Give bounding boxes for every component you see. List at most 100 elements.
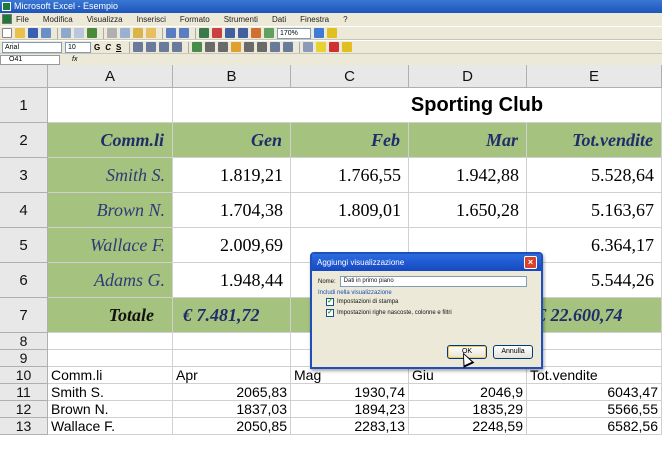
value-cell[interactable]: 1.809,01: [291, 193, 409, 228]
hidden-rows-checkbox[interactable]: ✓: [326, 309, 334, 317]
row-header[interactable]: 2: [0, 123, 48, 158]
salesperson-cell[interactable]: Brown N.: [48, 193, 173, 228]
cancel-button[interactable]: Annulla: [493, 345, 533, 359]
close-icon[interactable]: ×: [524, 256, 537, 269]
column-header-e[interactable]: E: [527, 65, 662, 88]
column-header-c[interactable]: C: [291, 65, 409, 88]
row-header[interactable]: 10: [0, 367, 48, 384]
value-cell[interactable]: 2050,85: [173, 418, 291, 435]
print-settings-option[interactable]: ✓ Impostazioni di stampa: [326, 298, 535, 306]
fill-color-icon[interactable]: [316, 42, 327, 52]
select-all-corner[interactable]: [0, 65, 48, 88]
autosum-icon[interactable]: [212, 28, 222, 38]
empty-cell[interactable]: [527, 333, 662, 350]
underline-button[interactable]: S: [116, 43, 121, 52]
redo-icon[interactable]: [179, 28, 189, 38]
name-box[interactable]: O41: [0, 54, 60, 65]
value-cell[interactable]: 2046,9: [409, 384, 527, 401]
column-header-b[interactable]: B: [173, 65, 291, 88]
align-left-icon[interactable]: [133, 42, 144, 52]
value-cell[interactable]: 1.942,88: [409, 158, 527, 193]
empty-cell[interactable]: [48, 350, 173, 367]
thousands-icon[interactable]: [218, 42, 229, 52]
spelling-icon[interactable]: [87, 28, 97, 38]
save-icon[interactable]: [28, 28, 38, 38]
row-header[interactable]: 5: [0, 228, 48, 263]
menu-formato[interactable]: Formato: [180, 13, 210, 26]
print-preview-icon[interactable]: [74, 28, 84, 38]
menu-finestra[interactable]: Finestra: [300, 13, 329, 26]
chart-wizard-icon[interactable]: [251, 28, 261, 38]
empty-cell[interactable]: [48, 333, 173, 350]
total-cell[interactable]: 5566,55: [527, 401, 662, 418]
total-cell[interactable]: 5.544,26: [527, 263, 662, 298]
print-settings-checkbox[interactable]: ✓: [326, 298, 334, 306]
increase-indent-icon[interactable]: [283, 42, 294, 52]
borders-icon[interactable]: [303, 42, 314, 52]
value-cell[interactable]: 1835,29: [409, 401, 527, 418]
value-cell[interactable]: 1.948,44: [173, 263, 291, 298]
value-cell[interactable]: 1.819,21: [173, 158, 291, 193]
column-header-d[interactable]: D: [409, 65, 527, 88]
print-icon[interactable]: [61, 28, 71, 38]
increase-decimal-icon[interactable]: [244, 42, 255, 52]
salesperson-cell[interactable]: Brown N.: [48, 401, 173, 418]
table-header-cell[interactable]: Gen: [173, 123, 291, 158]
font-color-icon[interactable]: [329, 42, 340, 52]
row-header[interactable]: 7: [0, 298, 48, 333]
table-header-cell[interactable]: Apr: [173, 367, 291, 384]
salesperson-cell[interactable]: Wallace F.: [48, 228, 173, 263]
percent-icon[interactable]: [205, 42, 216, 52]
decrease-indent-icon[interactable]: [270, 42, 281, 52]
format-painter-icon[interactable]: [146, 28, 156, 38]
permission-icon[interactable]: [41, 28, 51, 38]
function-icon[interactable]: fx: [72, 56, 77, 63]
salesperson-cell[interactable]: Smith S.: [48, 158, 173, 193]
row-header[interactable]: 11: [0, 384, 48, 401]
cut-icon[interactable]: [107, 28, 117, 38]
cell-a1[interactable]: [48, 88, 173, 123]
currency-icon[interactable]: [192, 42, 203, 52]
table-header-cell[interactable]: Giu: [409, 367, 527, 384]
new-document-icon[interactable]: [2, 28, 12, 38]
hidden-rows-option[interactable]: ✓ Impostazioni righe nascoste, colonne e…: [326, 309, 535, 317]
total-cell[interactable]: 6582,56: [527, 418, 662, 435]
value-cell[interactable]: 1.766,55: [291, 158, 409, 193]
row-header[interactable]: 9: [0, 350, 48, 367]
value-cell[interactable]: 2.009,69: [173, 228, 291, 263]
empty-cell[interactable]: [173, 333, 291, 350]
menu-modifica[interactable]: Modifica: [43, 13, 73, 26]
value-cell[interactable]: 1894,23: [291, 401, 409, 418]
menu-strumenti[interactable]: Strumenti: [224, 13, 258, 26]
salesperson-cell[interactable]: Wallace F.: [48, 418, 173, 435]
total-cell[interactable]: 6.364,17: [527, 228, 662, 263]
font-size-combo[interactable]: 10: [65, 41, 91, 53]
italic-button[interactable]: C: [105, 43, 111, 52]
row-header[interactable]: 6: [0, 263, 48, 298]
open-folder-icon[interactable]: [15, 28, 25, 38]
table-header-cell[interactable]: Mar: [409, 123, 527, 158]
total-cell[interactable]: 5.163,67: [527, 193, 662, 228]
value-cell[interactable]: 1.650,28: [409, 193, 527, 228]
euro-icon[interactable]: [231, 42, 242, 52]
bold-button[interactable]: G: [94, 43, 100, 52]
column-header-a[interactable]: A: [48, 65, 173, 88]
row-header[interactable]: 8: [0, 333, 48, 350]
table-header-cell[interactable]: Comm.li: [48, 123, 173, 158]
menu-file[interactable]: File: [16, 13, 29, 26]
row-header[interactable]: 12: [0, 401, 48, 418]
grand-total-cell[interactable]: € 7.481,72: [173, 298, 291, 333]
toolbar-options-icon[interactable]: [327, 28, 337, 38]
grand-total-cell[interactable]: € 22.600,74: [527, 298, 662, 333]
menu-visualizza[interactable]: Visualizza: [87, 13, 123, 26]
row-header[interactable]: 3: [0, 158, 48, 193]
toolbar-options-icon[interactable]: [342, 42, 353, 52]
value-cell[interactable]: 2248,59: [409, 418, 527, 435]
font-name-combo[interactable]: Arial: [2, 41, 62, 53]
align-right-icon[interactable]: [159, 42, 170, 52]
menu-help[interactable]: ?: [343, 13, 347, 26]
align-center-icon[interactable]: [146, 42, 157, 52]
decrease-decimal-icon[interactable]: [257, 42, 268, 52]
value-cell[interactable]: 1930,74: [291, 384, 409, 401]
menu-inserisci[interactable]: Inserisci: [137, 13, 166, 26]
